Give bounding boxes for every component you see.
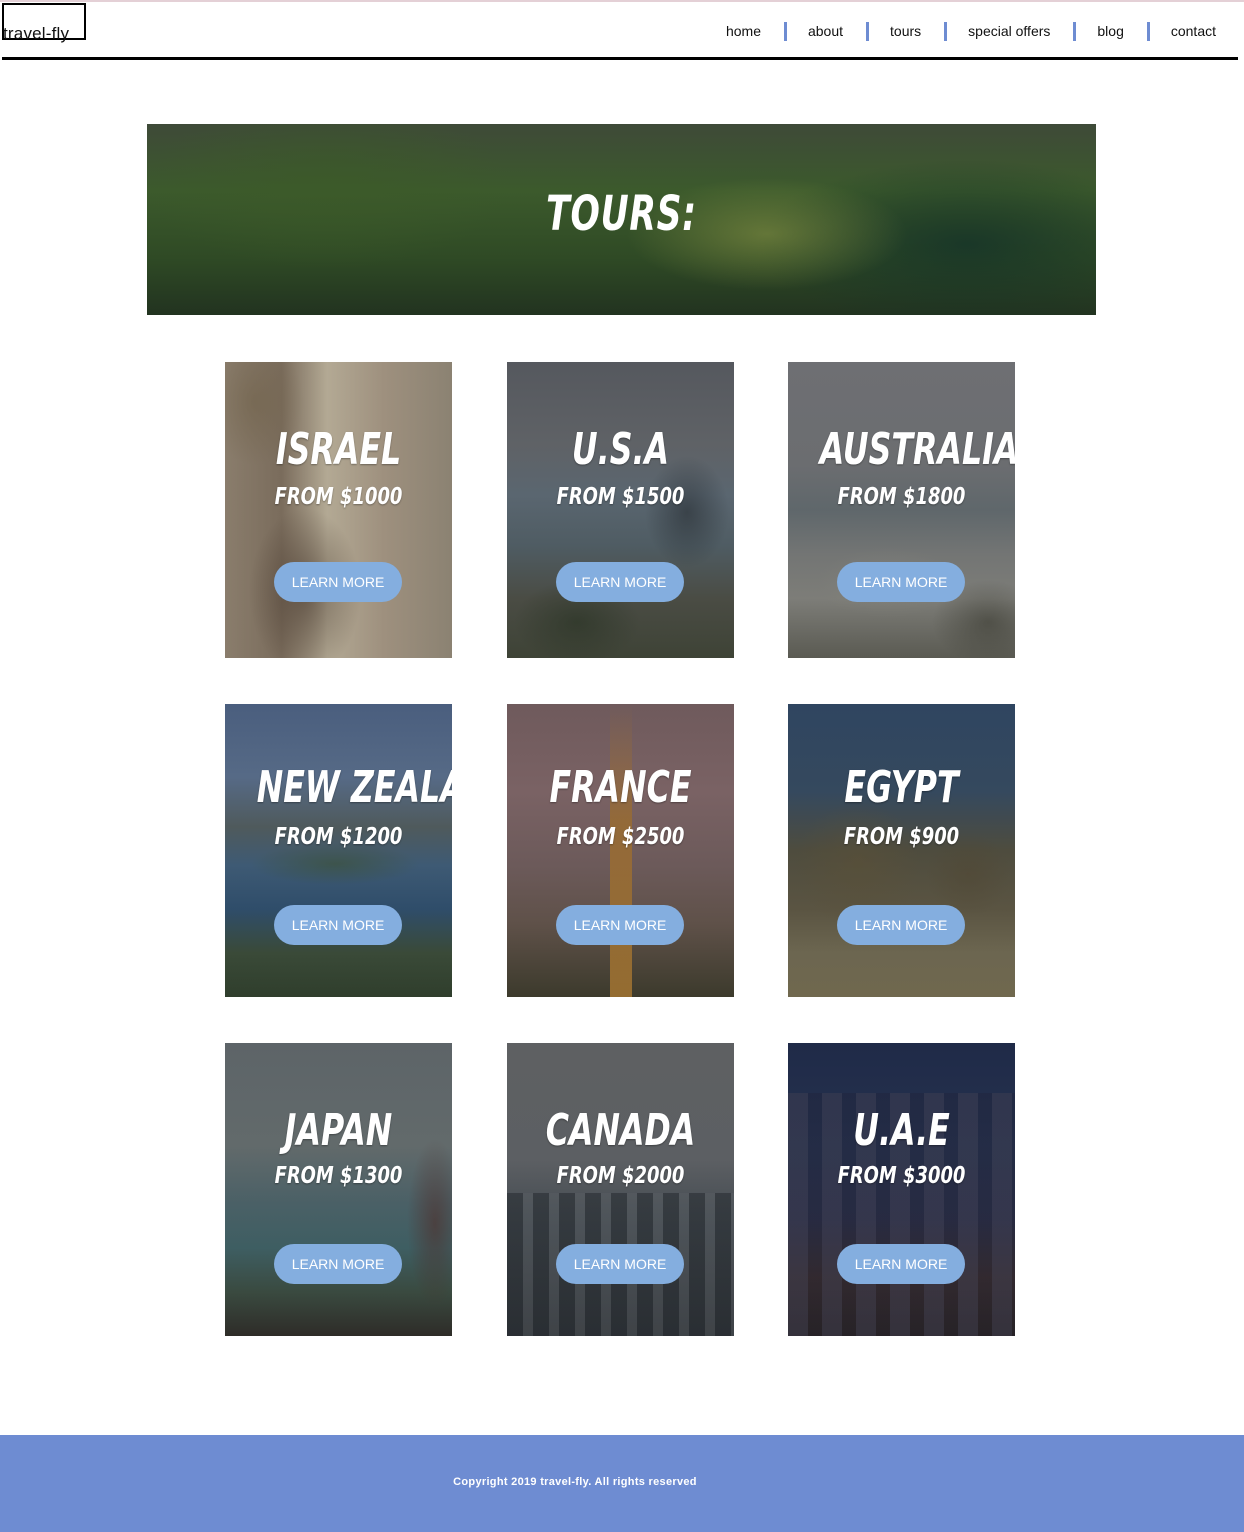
tour-name: AUSTRALIA (819, 424, 1015, 475)
tour-card-egypt: EGYPT FROM $900 LEARN MORE (788, 704, 1015, 997)
tour-price: FROM $1200 (274, 824, 403, 850)
card-photo (507, 362, 734, 658)
learn-more-button[interactable]: LEARN MORE (837, 562, 965, 602)
tour-card-australia: AUSTRALIA FROM $1800 LEARN MORE (788, 362, 1015, 658)
tour-name: U.S.A (571, 424, 670, 475)
copyright-text: Copyright 2019 travel-fly. All rights re… (453, 1476, 697, 1488)
nav-separator (783, 21, 787, 41)
card-photo (225, 362, 452, 658)
tour-name: CANADA (545, 1105, 696, 1156)
tour-name: EGYPT (844, 762, 959, 813)
tour-card-france: FRANCE FROM $2500 LEARN MORE (507, 704, 734, 997)
tour-name: FRANCE (549, 762, 692, 813)
learn-more-button[interactable]: LEARN MORE (274, 562, 402, 602)
nav-separator (944, 21, 948, 41)
learn-more-button[interactable]: LEARN MORE (274, 905, 402, 945)
nav-home-link[interactable]: home (724, 23, 763, 39)
tour-price: FROM $3000 (837, 1163, 966, 1189)
tour-card-israel: ISRAEL FROM $1000 LEARN MORE (225, 362, 452, 658)
learn-more-button[interactable]: LEARN MORE (837, 905, 965, 945)
tour-price: FROM $1000 (274, 484, 403, 510)
hero-title: TOURS: (546, 186, 697, 242)
tour-name: NEW ZEALAND (256, 762, 452, 813)
learn-more-button[interactable]: LEARN MORE (556, 905, 684, 945)
tour-price: FROM $900 (843, 824, 960, 850)
main-nav: home about tours special offers blog con… (724, 17, 1244, 45)
tour-card-uae: U.A.E FROM $3000 LEARN MORE (788, 1043, 1015, 1336)
tour-price: FROM $1500 (556, 484, 685, 510)
site-header: travel-fly home about tours special offe… (0, 0, 1244, 60)
nav-contact-link[interactable]: contact (1169, 23, 1218, 39)
nav-blog-link[interactable]: blog (1095, 23, 1125, 39)
card-photo (788, 704, 1015, 997)
tour-name: ISRAEL (275, 424, 402, 475)
tour-price: FROM $1300 (274, 1163, 403, 1189)
tour-card-usa: U.S.A FROM $1500 LEARN MORE (507, 362, 734, 658)
learn-more-button[interactable]: LEARN MORE (274, 1244, 402, 1284)
tour-name: JAPAN (284, 1105, 393, 1156)
card-photo (225, 1043, 452, 1336)
site-logo[interactable]: travel-fly (3, 24, 69, 44)
hero-banner: TOURS: (147, 124, 1096, 315)
card-photo (788, 362, 1015, 658)
nav-special-offers-link[interactable]: special offers (966, 23, 1052, 39)
tour-card-new-zealand: NEW ZEALAND FROM $1200 LEARN MORE (225, 704, 452, 997)
learn-more-button[interactable]: LEARN MORE (556, 562, 684, 602)
tour-price: FROM $2000 (556, 1163, 685, 1189)
card-photo (610, 704, 632, 997)
nav-separator (866, 21, 870, 41)
nav-separator (1073, 21, 1077, 41)
tour-card-canada: CANADA FROM $2000 LEARN MORE (507, 1043, 734, 1336)
learn-more-button[interactable]: LEARN MORE (556, 1244, 684, 1284)
tour-name: U.A.E (853, 1105, 950, 1156)
tour-price: FROM $1800 (837, 484, 966, 510)
learn-more-button[interactable]: LEARN MORE (837, 1244, 965, 1284)
nav-tours-link[interactable]: tours (888, 23, 923, 39)
nav-about-link[interactable]: about (806, 23, 845, 39)
nav-separator (1146, 21, 1150, 41)
tour-card-japan: JAPAN FROM $1300 LEARN MORE (225, 1043, 452, 1336)
header-divider (2, 57, 1238, 60)
site-footer: Copyright 2019 travel-fly. All rights re… (0, 1435, 1244, 1532)
card-photo (225, 704, 452, 997)
tour-price: FROM $2500 (556, 824, 685, 850)
